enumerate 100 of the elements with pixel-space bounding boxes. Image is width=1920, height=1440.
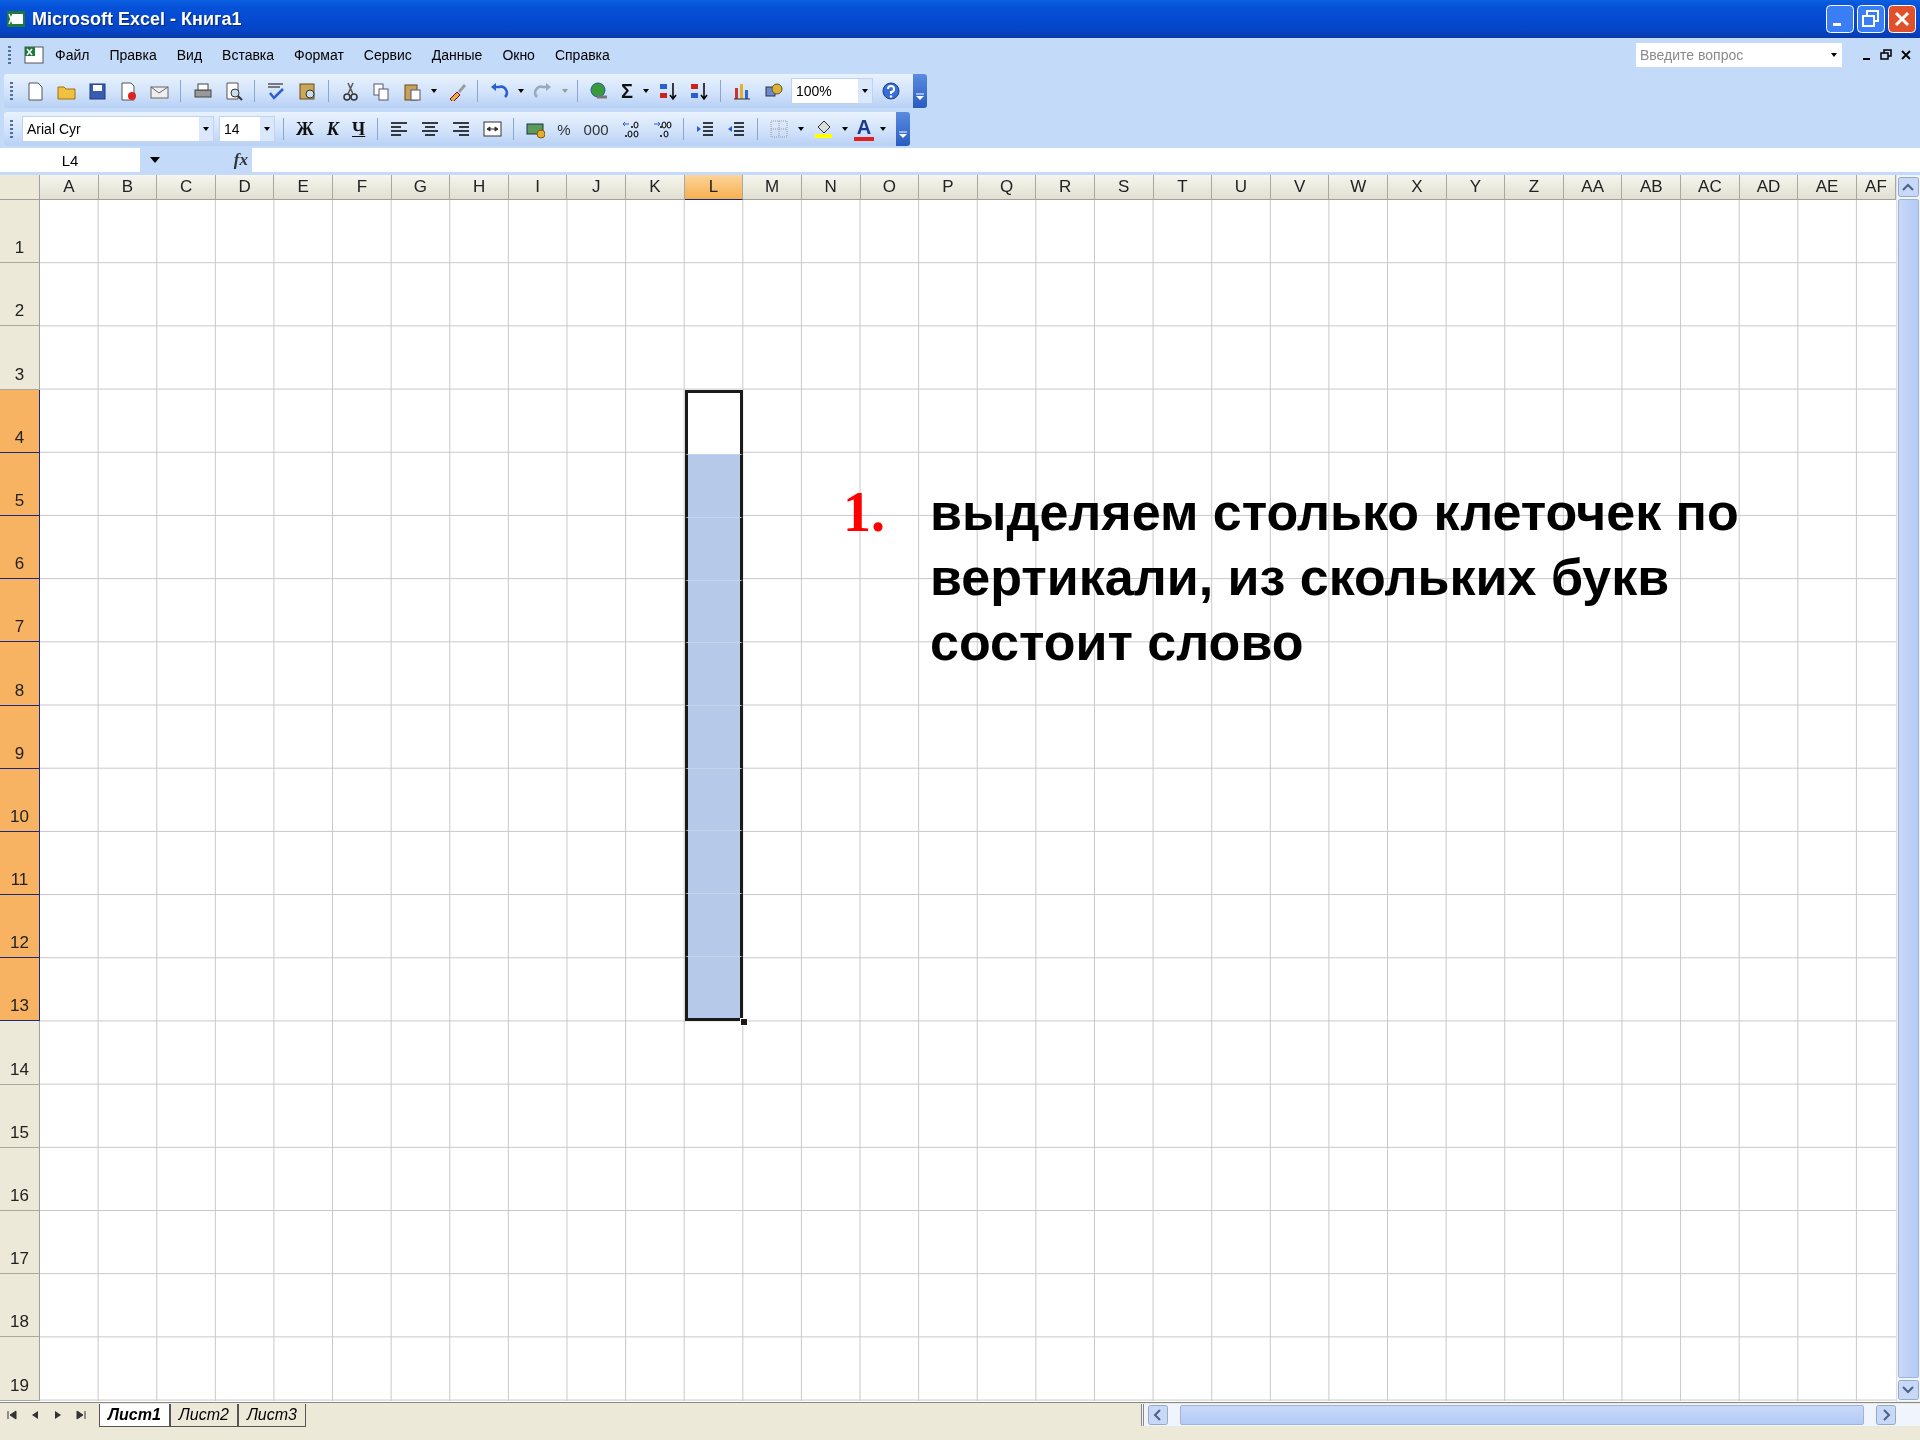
- column-header[interactable]: V: [1270, 175, 1330, 200]
- column-header[interactable]: C: [157, 175, 216, 200]
- column-header[interactable]: Y: [1446, 175, 1506, 200]
- row-header[interactable]: 18: [0, 1274, 40, 1338]
- menu-item[interactable]: Справка: [544, 44, 620, 66]
- column-header[interactable]: W: [1329, 175, 1388, 200]
- sort-descending-icon[interactable]: [689, 81, 709, 101]
- menu-item[interactable]: Окно: [492, 44, 545, 66]
- column-header[interactable]: E: [274, 175, 334, 200]
- row-header[interactable]: 6: [0, 515, 40, 580]
- sheet-tab[interactable]: Лист3: [237, 1403, 306, 1427]
- align-left-icon[interactable]: [389, 119, 410, 139]
- row-header[interactable]: 2: [0, 263, 40, 327]
- row-header[interactable]: 11: [0, 831, 40, 896]
- column-header[interactable]: B: [98, 175, 158, 200]
- save-icon[interactable]: [87, 81, 107, 101]
- row-header[interactable]: 9: [0, 705, 40, 769]
- dropdown-caret-icon[interactable]: [263, 126, 271, 132]
- column-header[interactable]: U: [1212, 175, 1271, 200]
- scroll-up-icon[interactable]: [1898, 177, 1919, 197]
- spreadsheet-icon[interactable]: [23, 44, 45, 66]
- dropdown-caret-icon[interactable]: [879, 126, 888, 132]
- row-header[interactable]: 13: [0, 958, 40, 1022]
- autosum-button[interactable]: Σ: [617, 78, 637, 104]
- spell-check-icon[interactable]: [266, 81, 286, 101]
- menu-item[interactable]: Вид: [166, 44, 213, 66]
- column-header[interactable]: D: [215, 175, 275, 200]
- fill-bucket-icon[interactable]: [812, 119, 833, 139]
- sort-ascending-icon[interactable]: [658, 81, 678, 101]
- column-header[interactable]: X: [1388, 175, 1447, 200]
- scroll-left-icon[interactable]: [1148, 1405, 1168, 1425]
- last-sheet-icon[interactable]: [75, 1408, 87, 1422]
- increase-decimal-icon[interactable]: [620, 119, 641, 139]
- column-header[interactable]: AE: [1798, 175, 1857, 200]
- first-sheet-icon[interactable]: [6, 1408, 18, 1422]
- column-header[interactable]: AD: [1739, 175, 1799, 200]
- column-header[interactable]: M: [743, 175, 802, 200]
- column-header[interactable]: Z: [1505, 175, 1564, 200]
- column-header[interactable]: S: [1094, 175, 1154, 200]
- selected-cell[interactable]: [684, 706, 744, 769]
- selected-cell[interactable]: [684, 580, 744, 644]
- menu-item[interactable]: Файл: [45, 44, 100, 66]
- row-header[interactable]: 5: [0, 452, 40, 516]
- merge-center-icon[interactable]: [482, 119, 503, 139]
- help-icon[interactable]: [881, 81, 901, 101]
- row-header[interactable]: 1: [0, 200, 40, 264]
- column-header[interactable]: I: [508, 175, 568, 200]
- selected-cell[interactable]: [684, 455, 744, 518]
- row-header[interactable]: 15: [0, 1084, 40, 1148]
- selected-cell[interactable]: [684, 517, 744, 581]
- row-header[interactable]: 14: [0, 1021, 40, 1085]
- column-header[interactable]: O: [860, 175, 920, 200]
- column-header[interactable]: N: [801, 175, 861, 200]
- bar-chart-icon[interactable]: [732, 81, 752, 101]
- column-header[interactable]: J: [567, 175, 627, 200]
- column-header[interactable]: F: [333, 175, 392, 200]
- document-forbidden-icon[interactable]: [118, 81, 138, 101]
- row-header[interactable]: 19: [0, 1337, 40, 1401]
- row-header[interactable]: 17: [0, 1211, 40, 1275]
- book-icon[interactable]: [297, 81, 317, 101]
- column-header[interactable]: Q: [977, 175, 1037, 200]
- globe-link-icon[interactable]: [589, 81, 609, 101]
- copy-icon[interactable]: [371, 81, 391, 101]
- name-box[interactable]: L4: [0, 148, 140, 172]
- dropdown-caret-icon[interactable]: [840, 126, 849, 132]
- font-dropdown[interactable]: Arial Cyr: [22, 116, 214, 142]
- column-header[interactable]: K: [626, 175, 685, 200]
- column-header[interactable]: AF: [1856, 175, 1896, 200]
- scroll-down-icon[interactable]: [1898, 1380, 1919, 1400]
- row-header[interactable]: 3: [0, 326, 40, 390]
- column-header[interactable]: P: [919, 175, 978, 200]
- font-color-button[interactable]: A: [853, 117, 875, 141]
- scroll-right-icon[interactable]: [1876, 1405, 1896, 1425]
- horizontal-scrollbar[interactable]: [1141, 1404, 1920, 1426]
- selected-cell[interactable]: [684, 894, 744, 957]
- column-header[interactable]: L: [684, 175, 744, 200]
- zoom-dropdown[interactable]: 100%: [791, 78, 873, 104]
- percent-button[interactable]: %: [553, 116, 575, 142]
- row-header[interactable]: 7: [0, 579, 40, 643]
- decrease-indent-icon[interactable]: [694, 119, 715, 139]
- grip-handle[interactable]: [10, 82, 13, 100]
- sheet-tab[interactable]: Лист1: [99, 1403, 170, 1427]
- scroll-thumb[interactable]: [1898, 199, 1919, 1378]
- cut-icon[interactable]: [340, 81, 360, 101]
- column-header[interactable]: G: [391, 175, 451, 200]
- column-header[interactable]: A: [40, 175, 99, 200]
- grip-handle[interactable]: [10, 120, 13, 138]
- row-header[interactable]: 12: [0, 895, 40, 959]
- selected-cell[interactable]: [684, 956, 744, 1022]
- print-preview-icon[interactable]: [223, 81, 243, 101]
- menu-item[interactable]: Сервис: [353, 44, 422, 66]
- dropdown-caret-icon[interactable]: [202, 126, 210, 132]
- vertical-scrollbar[interactable]: [1896, 175, 1920, 1402]
- column-header[interactable]: T: [1153, 175, 1213, 200]
- insert-function-button[interactable]: fx: [231, 150, 250, 170]
- selected-cell[interactable]: [684, 768, 744, 832]
- row-header[interactable]: 10: [0, 768, 40, 832]
- menu-item[interactable]: Данные: [421, 44, 493, 66]
- restore-icon[interactable]: [1880, 48, 1892, 62]
- formula-input-field[interactable]: [252, 148, 1920, 172]
